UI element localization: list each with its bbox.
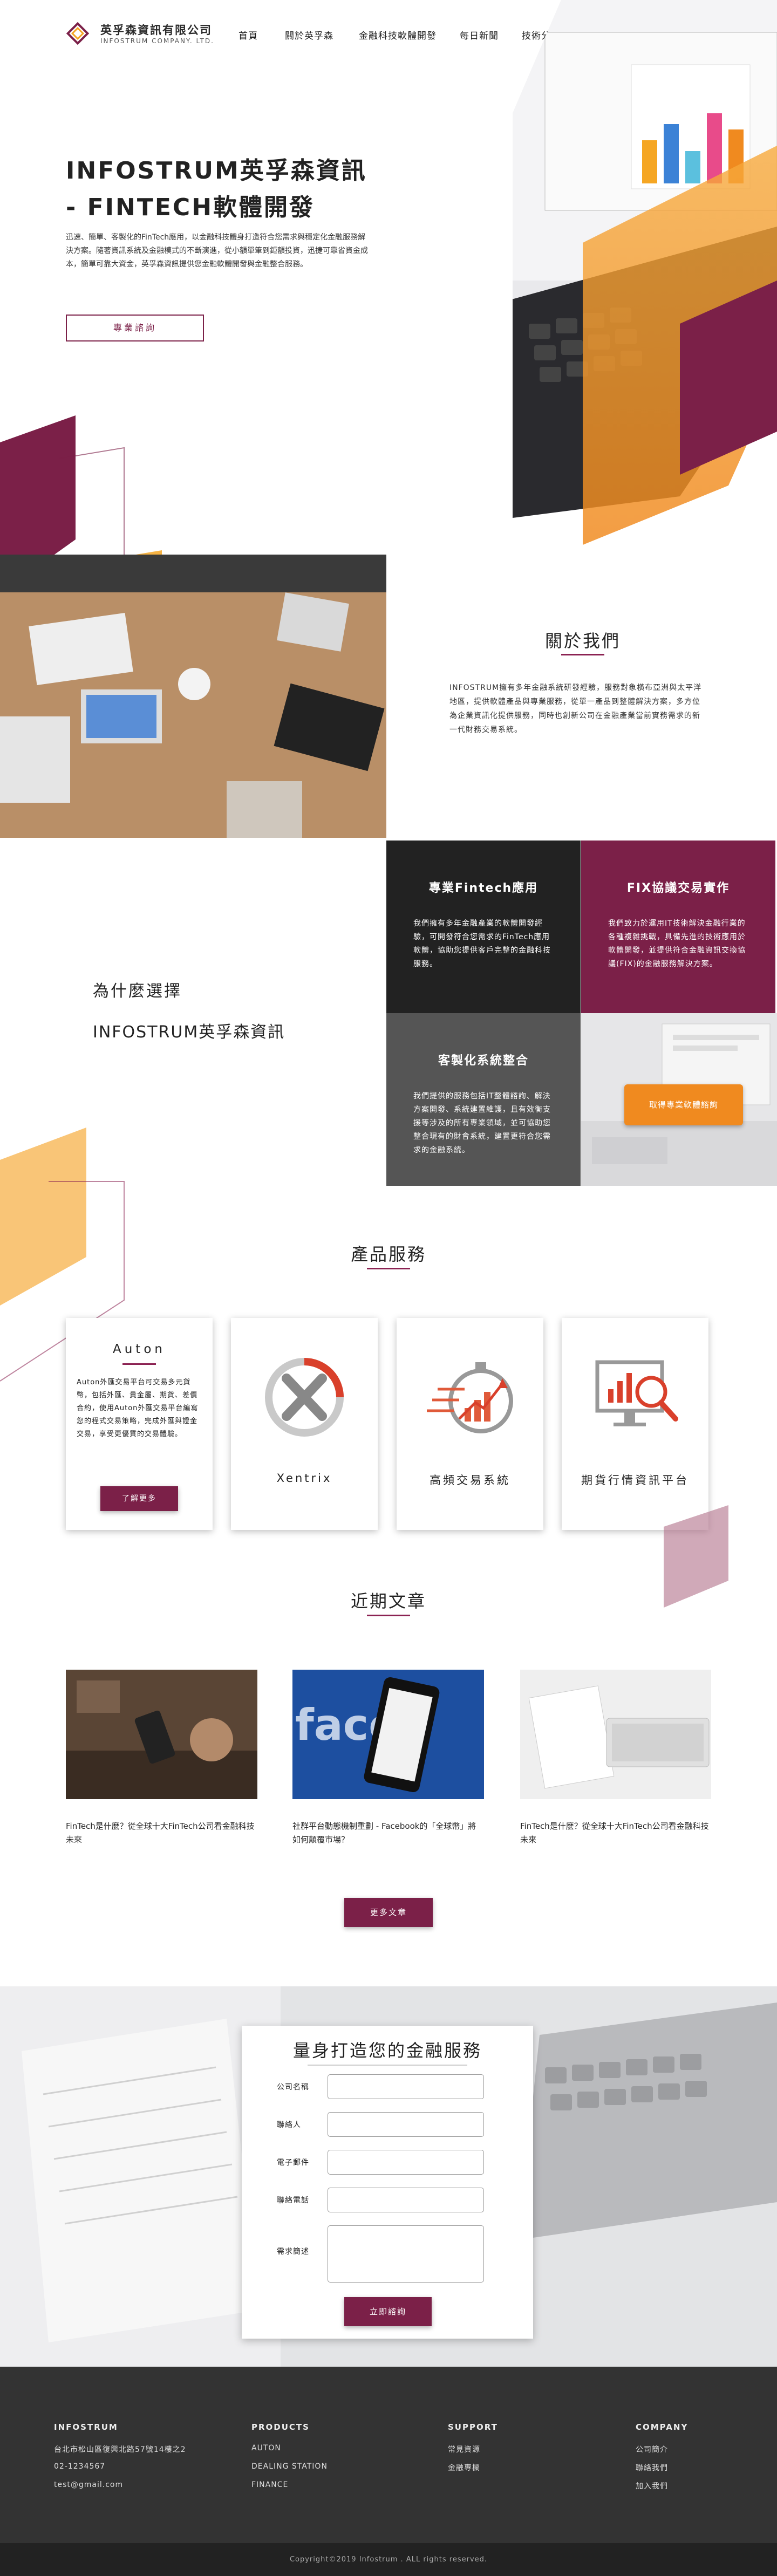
about-title: 關於我們 — [544, 631, 621, 651]
form-label-contact: 聯絡人 — [277, 2121, 301, 2129]
why-box-custom: 客製化系統整合 我們提供的服務包括IT整體諮詢、解決方案開發、系統建置維護，且有… — [386, 1013, 581, 1186]
footer-link-intro[interactable]: 公司簡介 — [636, 2444, 668, 2455]
hero-description: 迅速、簡單、客製化的FinTech應用，以金融科技體身打造符合您需求與穩定化金融… — [66, 233, 368, 269]
article-image-2[interactable]: faceb — [292, 1670, 484, 1799]
product-name: Xentrix — [276, 1472, 332, 1485]
why-box-fix: FIX協議交易實作 我們致力於運用IT技術解決金融行業的各種複雜挑戰，具備先進的… — [581, 841, 775, 1013]
submit-button[interactable]: 立即諮詢 — [344, 2297, 432, 2326]
product-name: Auton — [113, 1342, 166, 1356]
decorative-shape-right — [664, 1505, 728, 1608]
form-label-company: 公司名稱 — [277, 2083, 309, 2092]
copyright: Copyright©2019 Infostrum . ALL rights re… — [0, 2543, 777, 2576]
nav-fintech[interactable]: 金融科技軟體開發 — [359, 28, 437, 42]
footer-heading-company-links: COMPANY — [636, 2422, 689, 2432]
logo-name-cn[interactable]: 英孚森資訊有限公司 — [100, 22, 212, 38]
articles-title: 近期文章 — [350, 1591, 426, 1611]
articles-title-bar — [367, 1615, 410, 1616]
why-box-text: 我們擁有多年金融產業的軟體開發經驗，可開發符合您需求的FinTech應用軟體，協… — [413, 919, 551, 968]
product-card-futures[interactable]: 期貨行情資訊平台 — [562, 1318, 708, 1530]
x-logo-icon — [265, 1358, 344, 1437]
footer-link-column[interactable]: 金融專欄 — [448, 2462, 480, 2473]
phone-field[interactable] — [328, 2188, 484, 2212]
hero-laptop-image — [513, 0, 777, 545]
product-description: Auton外匯交易平台可交易多元貨幣，包括外匯、貴金屬、期貨、差價合約，使用Au… — [77, 1378, 199, 1438]
why-box-title: 專業Fintech應用 — [428, 882, 539, 895]
products-title: 產品服務 — [350, 1244, 426, 1265]
footer-link-finance[interactable]: FINANCE — [251, 2481, 288, 2489]
hero-title-line2: - FINTECH軟體開發 — [66, 194, 315, 221]
why-title-line1: 為什麼選擇 — [93, 982, 182, 1001]
footer-heading-products: PRODUCTS — [251, 2422, 310, 2432]
footer-address: 台北市松山區復興北路57號14樓之2 — [54, 2445, 186, 2454]
contact-title-bar — [308, 2065, 467, 2066]
why-title-line2: INFOSTRUM英孚森資訊 — [93, 1023, 285, 1042]
stopwatch-chart-icon — [427, 1362, 513, 1433]
more-articles-button[interactable]: 更多文章 — [344, 1898, 433, 1927]
requirement-textarea[interactable] — [328, 2225, 484, 2283]
nav-news[interactable]: 每日新聞 — [460, 28, 499, 42]
footer-link-contact[interactable]: 聯絡我們 — [636, 2462, 668, 2473]
company-name-field[interactable] — [328, 2074, 484, 2099]
nav-about[interactable]: 關於英孚森 — [285, 28, 333, 42]
why-box-title: 客製化系統整合 — [438, 1054, 529, 1068]
footer-link-join[interactable]: 加入我們 — [636, 2481, 668, 2491]
footer-email[interactable]: test@gmail.com — [54, 2481, 123, 2489]
footer-heading-company: INFOSTRUM — [54, 2422, 118, 2432]
article-image-1[interactable] — [66, 1670, 257, 1799]
footer-link-dealing-station[interactable]: DEALING STATION — [251, 2462, 328, 2471]
page: 英孚森資訊有限公司 INFOSTRUM COMPANY. LTD. 首頁 關於英… — [0, 0, 777, 2576]
why-cta-button[interactable]: 取得專業軟體諮詢 — [624, 1084, 743, 1125]
learn-more-button[interactable]: 了解更多 — [100, 1486, 178, 1511]
footer-link-resources[interactable]: 常見資源 — [448, 2444, 480, 2455]
products-title-bar — [367, 1268, 410, 1269]
product-card-hft[interactable]: 高頻交易系統 — [397, 1318, 543, 1530]
why-box-text: 我們致力於運用IT技術解決金融行業的各種複雜挑戰，具備先進的技術應用於軟體開發，… — [608, 919, 746, 968]
about-meeting-photo — [0, 555, 386, 838]
hero-title-line1: INFOSTRUM英孚森資訊 — [66, 157, 367, 185]
logo-icon[interactable] — [66, 22, 90, 45]
article-title-3[interactable]: FinTech是什麼？從全球十大FinTech公司看金融科技未來 — [520, 1820, 709, 1847]
contact-person-field[interactable] — [328, 2112, 484, 2137]
form-label-phone: 聯絡電話 — [277, 2196, 309, 2205]
form-label-email: 電子郵件 — [277, 2158, 309, 2167]
why-box-text: 我們提供的服務包括IT整體諮詢、解決方案開發、系統建置維護，且有效衡支援等涉及的… — [413, 1092, 551, 1154]
footer-heading-support: SUPPORT — [448, 2422, 498, 2432]
about-title-bar — [561, 654, 604, 655]
about-description: INFOSTRUM擁有多年金融系統研發經驗，服務對象橫布亞洲與太平洋地區，提供軟… — [449, 684, 702, 734]
article-title-1[interactable]: FinTech是什麼？從全球十大FinTech公司看金融科技未來 — [66, 1820, 255, 1847]
form-label-requirement: 需求簡述 — [277, 2247, 309, 2256]
logo-name-en: INFOSTRUM COMPANY. LTD. — [100, 37, 214, 45]
monitor-magnifier-icon — [595, 1360, 678, 1426]
product-name: 高頻交易系統 — [430, 1474, 510, 1487]
consult-button[interactable]: 專業諮詢 — [66, 315, 204, 341]
product-card-auton[interactable]: Auton Auton外匯交易平台可交易多元貨幣，包括外匯、貴金屬、期貨、差價合… — [66, 1318, 213, 1530]
product-name-bar — [122, 1363, 156, 1365]
article-image-3[interactable] — [520, 1670, 711, 1799]
email-field[interactable] — [328, 2150, 484, 2175]
contact-title: 量身打造您的金融服務 — [292, 2040, 482, 2061]
article-title-2[interactable]: 社群平台動態機制重劃 - Facebook的「全球幣」將如何顛覆市場？ — [292, 1820, 481, 1847]
product-name: 期貨行情資訊平台 — [581, 1474, 689, 1487]
footer-phone[interactable]: 02-1234567 — [54, 2462, 105, 2471]
why-box-fintech: 專業Fintech應用 我們擁有多年金融產業的軟體開發經驗，可開發符合您需求的F… — [386, 841, 581, 1013]
contact-form-panel — [242, 2026, 533, 2339]
product-card-xentrix[interactable]: Xentrix — [231, 1318, 378, 1530]
footer-link-auton[interactable]: AUTON — [251, 2444, 281, 2452]
nav-home[interactable]: 首頁 — [238, 28, 258, 42]
why-box-title: FIX協議交易實作 — [626, 882, 730, 895]
